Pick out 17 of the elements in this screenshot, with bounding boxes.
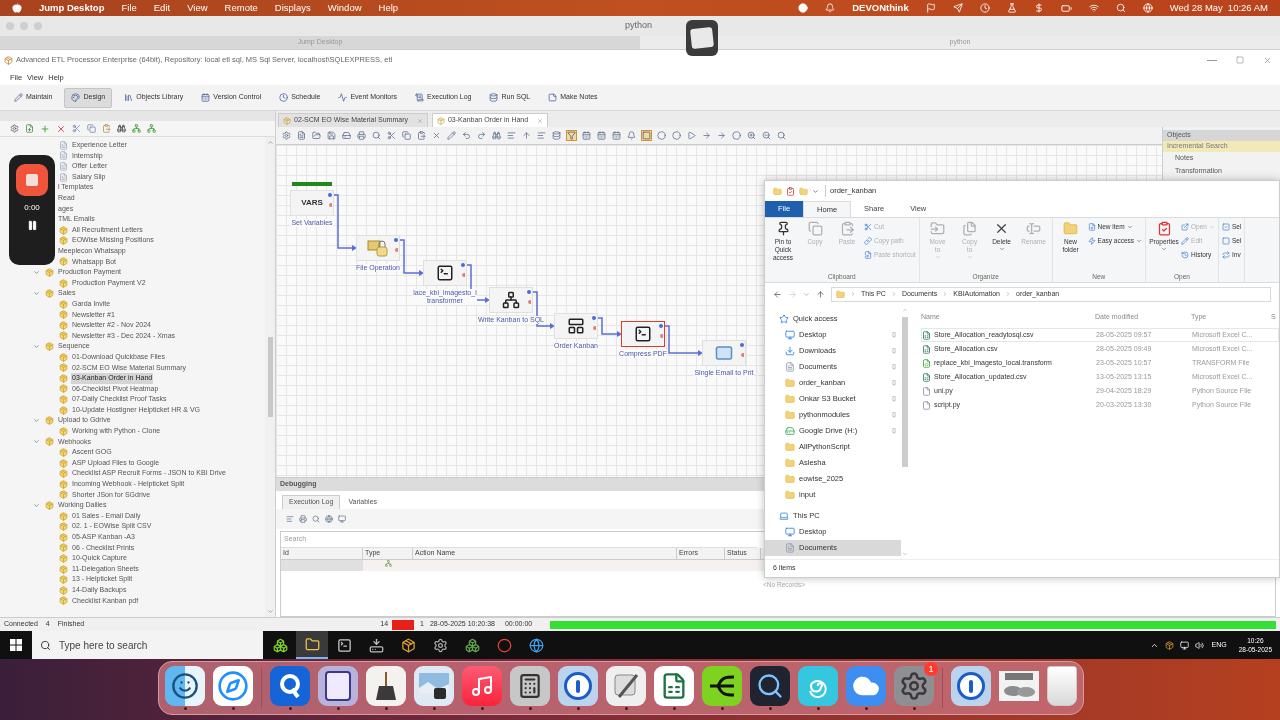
menu-item[interactable]: Edit [153,0,171,16]
menu-item[interactable]: Remote [224,0,258,16]
menu-item[interactable]: Window [327,0,362,16]
search-field[interactable]: Type here to search [32,631,263,659]
menu-item[interactable]: View [187,0,208,16]
menubar-app-name[interactable]: DEVONthink [852,0,909,16]
workflow-node[interactable]: VARS [290,190,334,216]
menubar-time: 10:26 AM [1227,0,1268,15]
menubar-date: Wed 28 May [1169,0,1223,15]
timer: 0:00 [24,202,40,214]
menu-title[interactable]: Jump Desktop [39,0,105,16]
notification-badge: 1 [924,662,938,676]
node-text: VARS [301,197,323,209]
menu-item[interactable]: Displays [274,0,311,16]
window-title: python [625,19,653,33]
menu-item[interactable]: File [121,0,137,16]
menu-item[interactable]: Help [378,0,399,16]
